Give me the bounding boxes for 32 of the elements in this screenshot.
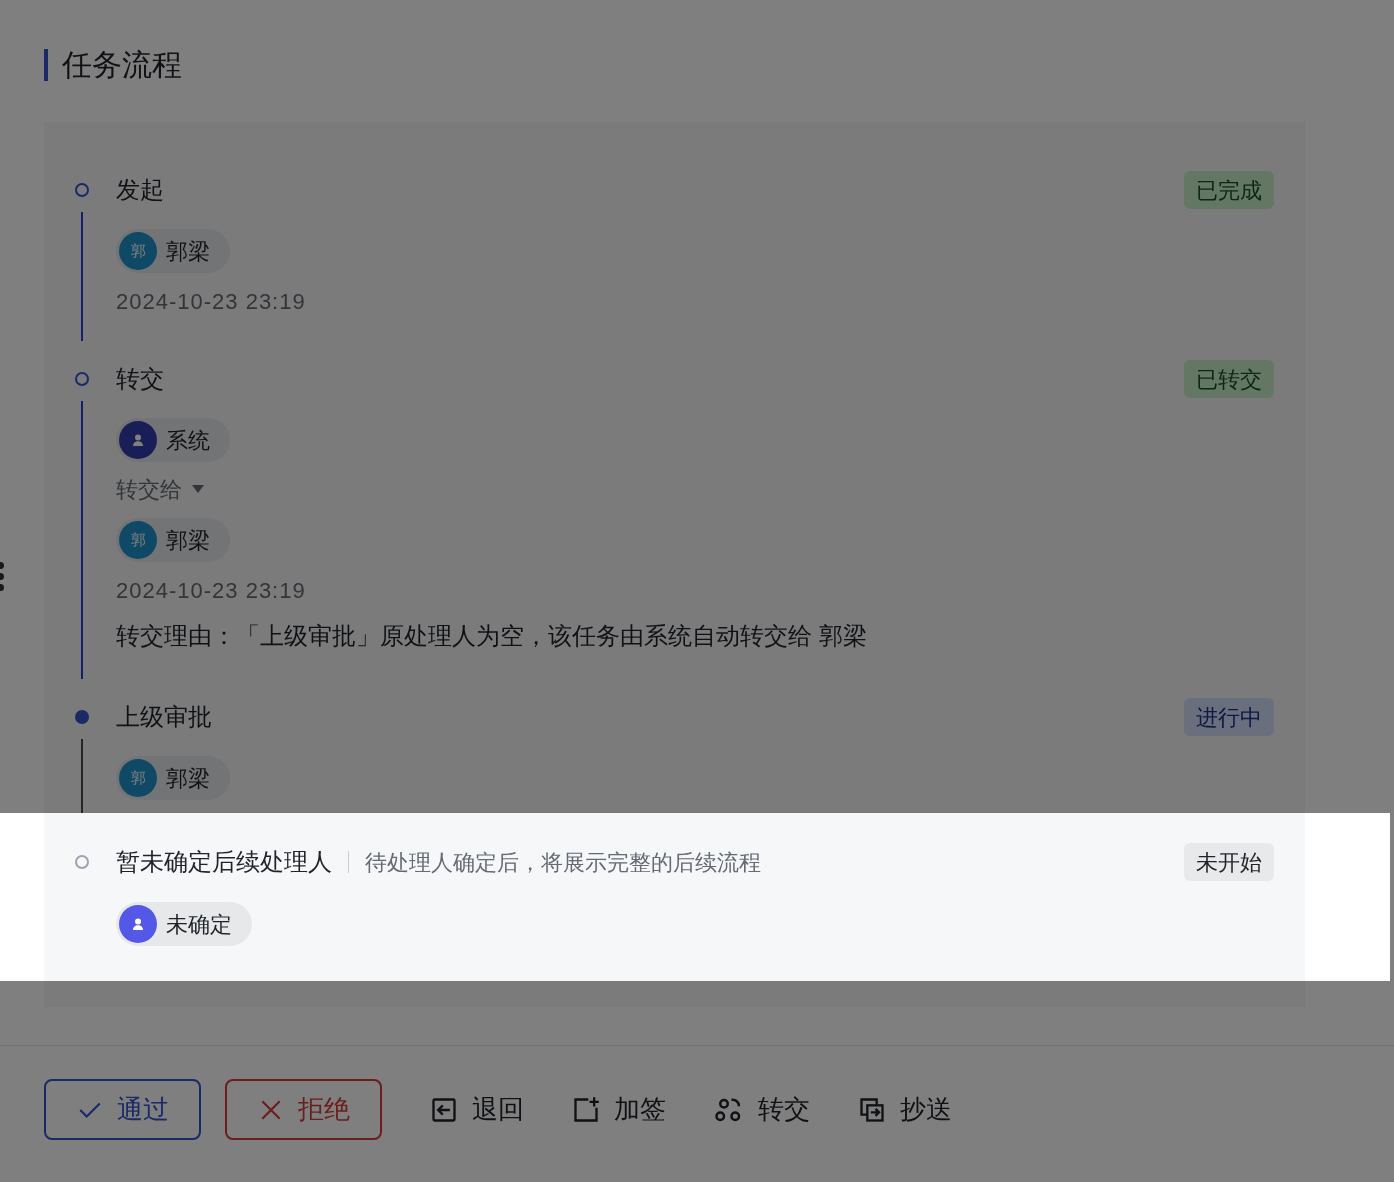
status-tag: 已转交	[1184, 360, 1274, 398]
action-button[interactable]: 拒绝	[225, 1079, 382, 1140]
add-icon	[572, 1095, 600, 1124]
step-hint: 待处理人确定后，将展示完整的后续流程	[365, 848, 761, 877]
timestamp: 2024-10-23 23:19	[116, 576, 306, 605]
avatar: 郭	[119, 521, 157, 559]
status-tag: 已完成	[1184, 171, 1274, 209]
step-title: 转交	[116, 364, 164, 394]
step-title: 上级审批	[116, 702, 212, 732]
transfer-reason: 转交理由：「上级审批」原处理人为空，该任务由系统自动转交给 郭梁	[116, 621, 867, 651]
action-button[interactable]: 加签	[572, 1079, 666, 1140]
avatar: 郭	[119, 232, 157, 270]
status-tag: 未开始	[1184, 843, 1274, 881]
step-title: 发起	[116, 175, 164, 205]
user-name: 郭梁	[166, 526, 210, 555]
return-icon	[430, 1095, 458, 1124]
copy-icon	[858, 1095, 886, 1124]
caret-icon[interactable]	[192, 485, 204, 493]
section-title: 任务流程	[62, 47, 182, 83]
action-button[interactable]: 转交	[714, 1079, 810, 1140]
action-button[interactable]: 抄送	[858, 1079, 952, 1140]
user-name: 郭梁	[166, 764, 210, 793]
timestamp: 2024-10-23 23:19	[116, 287, 306, 316]
action-button[interactable]: 退回	[430, 1079, 524, 1140]
user-name: 系统	[166, 426, 210, 455]
user-name: 郭梁	[166, 237, 210, 266]
status-tag: 进行中	[1184, 698, 1274, 736]
action-button[interactable]: 通过	[44, 1079, 201, 1140]
transfer-label: 转交给	[116, 475, 182, 504]
avatar: 郭	[119, 759, 157, 797]
step-title: 暂未确定后续处理人	[116, 847, 332, 877]
user-name: 未确定	[166, 910, 232, 939]
